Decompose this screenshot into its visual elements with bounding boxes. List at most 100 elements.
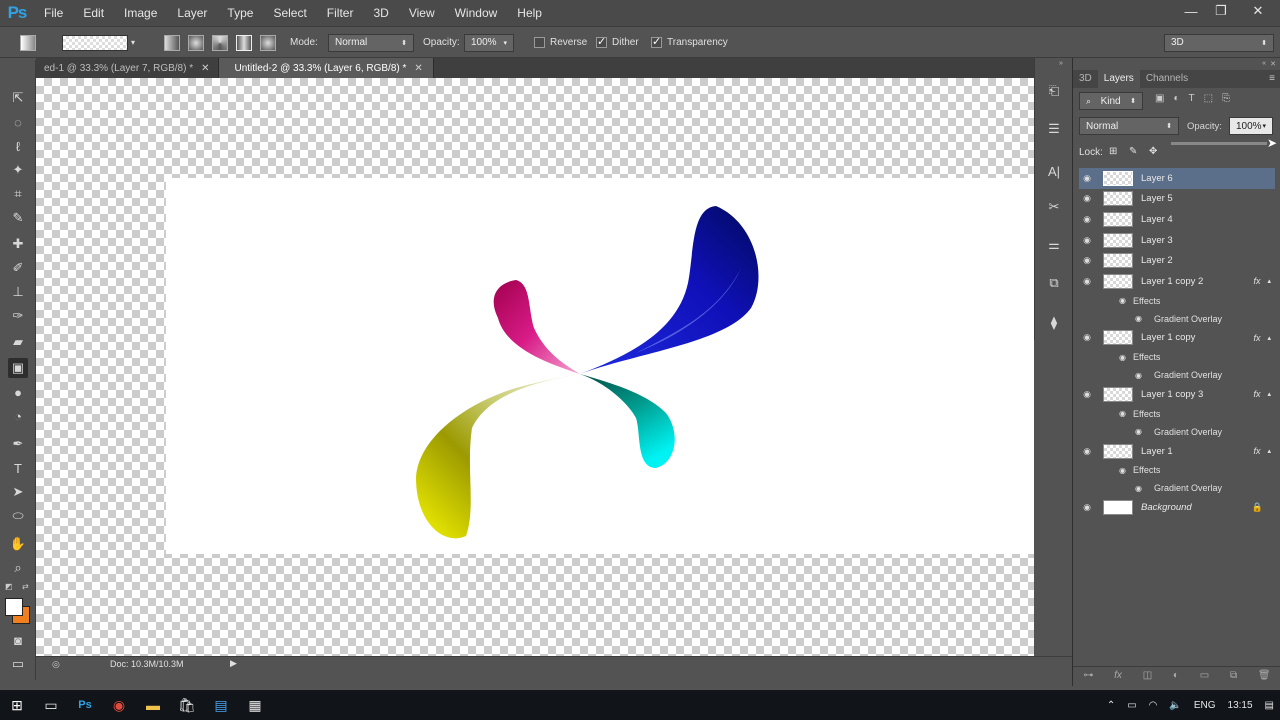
- windows-start-icon[interactable]: ⊞: [0, 690, 34, 720]
- transparency-checkbox[interactable]: [651, 35, 662, 48]
- mode-dropdown[interactable]: Normal ⬍: [328, 33, 414, 52]
- chrome-icon[interactable]: ◉: [102, 690, 136, 720]
- effects-row[interactable]: ◉ Effects: [1079, 292, 1275, 310]
- effect-row[interactable]: ◉ Gradient Overlay: [1079, 366, 1275, 384]
- eye-icon[interactable]: ◉: [1079, 446, 1095, 457]
- status-menu-icon[interactable]: ▶: [230, 658, 237, 669]
- close-icon[interactable]: ✕: [201, 63, 209, 74]
- eye-icon[interactable]: ◉: [1079, 235, 1095, 246]
- trash-icon[interactable]: 🗑: [1258, 670, 1271, 681]
- menu-window[interactable]: Window: [445, 0, 508, 26]
- fx-icon[interactable]: fx: [1253, 446, 1267, 456]
- type-tool-icon[interactable]: T: [8, 458, 28, 478]
- tab-channels[interactable]: Channels: [1140, 70, 1194, 88]
- menu-view[interactable]: View: [399, 0, 445, 26]
- shape-filter-icon[interactable]: ⬚: [1204, 93, 1213, 104]
- history-panel-icon[interactable]: ⎗: [1045, 82, 1063, 100]
- fx-icon[interactable]: fx: [1253, 389, 1267, 399]
- menu-file[interactable]: File: [34, 0, 73, 26]
- dither-option[interactable]: Dither: [596, 27, 639, 58]
- expand-icon[interactable]: »: [1059, 60, 1063, 67]
- menu-3d[interactable]: 3D: [363, 0, 398, 26]
- eye-icon[interactable]: ◉: [1119, 466, 1126, 475]
- type-filter-icon[interactable]: T: [1189, 93, 1195, 104]
- notes-icon[interactable]: ▤: [204, 690, 238, 720]
- eye-icon[interactable]: ◉: [1079, 173, 1095, 184]
- link-layers-icon[interactable]: ⊶: [1083, 670, 1093, 681]
- effects-row[interactable]: ◉ Effects: [1079, 405, 1275, 423]
- tab-3d[interactable]: 3D: [1073, 70, 1098, 88]
- layer-row[interactable]: ◉ Layer 2: [1079, 250, 1275, 271]
- eye-icon[interactable]: ◉: [1135, 371, 1142, 380]
- history-brush-icon[interactable]: ✑: [8, 306, 28, 326]
- quick-mask-icon[interactable]: ◙: [8, 630, 28, 650]
- lasso-tool-icon[interactable]: ℓ: [8, 136, 28, 156]
- eye-icon[interactable]: ◉: [1079, 276, 1095, 287]
- effect-row[interactable]: ◉ Gradient Overlay: [1079, 479, 1275, 497]
- adjustment-layer-icon[interactable]: ◐: [1173, 670, 1179, 681]
- fx-icon[interactable]: fx: [1253, 333, 1267, 343]
- adjustment-filter-icon[interactable]: ◐: [1173, 93, 1179, 104]
- brush-presets-icon[interactable]: ⧫: [1045, 314, 1063, 332]
- angle-gradient-icon[interactable]: [212, 34, 228, 51]
- smart-object-filter-icon[interactable]: ⎘: [1222, 93, 1230, 104]
- restore-button[interactable]: ❐: [1206, 0, 1236, 22]
- path-selection-icon[interactable]: ➤: [8, 482, 28, 502]
- chevron-up-icon[interactable]: ▴: [1267, 447, 1271, 455]
- panel-menu-icon[interactable]: ≡: [1269, 70, 1280, 88]
- eye-icon[interactable]: ◉: [1079, 332, 1095, 343]
- zoom-tool-icon[interactable]: ⌕: [8, 558, 28, 578]
- chevron-down-icon[interactable]: ▾: [131, 38, 135, 47]
- effects-row[interactable]: ◉ Effects: [1079, 348, 1275, 366]
- chevron-up-icon[interactable]: ▴: [1267, 277, 1271, 285]
- clock[interactable]: 13:15: [1228, 700, 1253, 711]
- eye-icon[interactable]: ◉: [1079, 255, 1095, 266]
- menu-help[interactable]: Help: [507, 0, 552, 26]
- eraser-tool-icon[interactable]: ▰: [8, 332, 28, 352]
- eye-icon[interactable]: ◉: [1119, 353, 1126, 362]
- transparency-option[interactable]: Transparency: [651, 27, 728, 58]
- character-panel-icon[interactable]: A|: [1045, 162, 1063, 180]
- dodge-tool-icon[interactable]: ◔: [8, 406, 28, 426]
- layer-opacity-field[interactable]: 100% ▾: [1229, 117, 1273, 135]
- lock-pixels-icon[interactable]: ✎: [1129, 146, 1137, 157]
- eye-icon[interactable]: ◉: [1135, 314, 1142, 323]
- radial-gradient-icon[interactable]: [188, 34, 204, 51]
- default-colors-icon[interactable]: ◩: [5, 582, 13, 591]
- move-tool-icon[interactable]: ⇱: [8, 88, 28, 108]
- layer-row-background[interactable]: ◉ Background 🔒: [1079, 497, 1275, 518]
- eye-icon[interactable]: ◉: [1079, 193, 1095, 204]
- eye-icon[interactable]: ◉: [1079, 214, 1095, 225]
- gradient-tool-icon[interactable]: ▣: [8, 358, 28, 378]
- photoshop-taskbar-icon[interactable]: Ps: [68, 690, 102, 720]
- tab-document-1[interactable]: ed-1 @ 33.3% (Layer 7, RGB/8) * ✕: [36, 58, 219, 78]
- ellipse-tool-icon[interactable]: ⬭: [8, 506, 28, 526]
- file-explorer-icon[interactable]: ▬: [136, 690, 170, 720]
- filter-kind-dropdown[interactable]: ⌕ Kind ⬍: [1079, 92, 1143, 110]
- fx-icon[interactable]: fx: [1253, 276, 1267, 286]
- fx-icon[interactable]: fx: [1114, 670, 1122, 681]
- eye-icon[interactable]: ◉: [1135, 427, 1142, 436]
- eyedropper-icon[interactable]: ✎: [8, 208, 28, 228]
- layer-row[interactable]: ◉ Layer 1 fx ▴: [1079, 441, 1275, 462]
- gradient-swatch[interactable]: [62, 34, 128, 51]
- properties-panel-icon[interactable]: ☰: [1045, 120, 1063, 138]
- panel-close-icon[interactable]: ✕: [1270, 60, 1276, 68]
- menu-select[interactable]: Select: [263, 0, 316, 26]
- pixel-filter-icon[interactable]: ▣: [1155, 93, 1164, 104]
- blend-mode-dropdown[interactable]: Normal ⬍: [1079, 117, 1179, 135]
- store-icon[interactable]: 🛍: [170, 690, 204, 720]
- adjustments-panel-icon[interactable]: ⚌: [1045, 236, 1063, 254]
- screen-mode-icon[interactable]: ▭: [8, 654, 28, 674]
- clone-stamp-icon[interactable]: ⊥: [8, 282, 28, 302]
- styles-panel-icon[interactable]: ⧉: [1045, 274, 1063, 292]
- effect-row[interactable]: ◉ Gradient Overlay: [1079, 310, 1275, 328]
- lock-icon[interactable]: 🔒: [1252, 502, 1263, 513]
- layer-row[interactable]: ◉ Layer 6: [1079, 168, 1275, 189]
- tools-panel-icon[interactable]: ✂: [1045, 198, 1063, 216]
- close-icon[interactable]: ✕: [414, 63, 422, 74]
- layer-row[interactable]: ◉ Layer 3: [1079, 230, 1275, 251]
- menu-image[interactable]: Image: [114, 0, 167, 26]
- eye-icon[interactable]: ◉: [1119, 296, 1126, 305]
- artboard[interactable]: [166, 178, 1034, 554]
